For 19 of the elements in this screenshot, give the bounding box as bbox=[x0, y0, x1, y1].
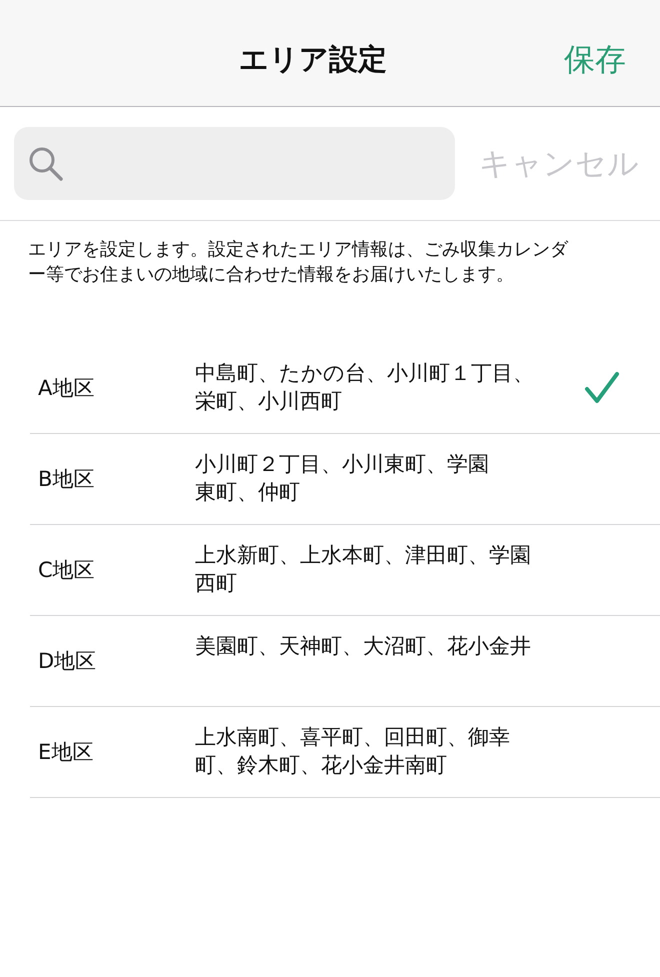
area-row[interactable]: E地区 上水南町、喜平町、回田町、御幸 町、鈴木町、花小金井南町 bbox=[30, 707, 660, 798]
search-icon bbox=[28, 146, 64, 182]
town-list: 上水新町、上水本町、津田町、学園 西町 bbox=[195, 525, 584, 597]
description-text: エリアを設定します。設定されたエリア情報は、ごみ収集カレンダ ー等でお住まいの地域に合わせた情報をお届けいたします。 bbox=[28, 238, 570, 287]
area-row[interactable]: B地区 小川町２丁目、小川東町、学園 東町、仲町 bbox=[30, 434, 660, 525]
area-row[interactable]: D地区 美園町、天神町、大沼町、花小金井 bbox=[30, 616, 660, 707]
search-field[interactable] bbox=[14, 127, 455, 200]
area-label: B地区 bbox=[37, 466, 96, 493]
town-list: 中島町、たかの台、小川町１丁目、 栄町、小川西町 bbox=[195, 343, 584, 415]
area-label: A地区 bbox=[37, 375, 96, 402]
town-list: 上水南町、喜平町、回田町、御幸 町、鈴木町、花小金井南町 bbox=[195, 707, 584, 779]
town-list: 小川町２丁目、小川東町、学園 東町、仲町 bbox=[195, 434, 584, 506]
town-list: 美園町、天神町、大沼町、花小金井 bbox=[195, 616, 584, 660]
area-label: D地区 bbox=[37, 648, 98, 675]
area-label: E地区 bbox=[37, 739, 94, 766]
area-label: C地区 bbox=[37, 557, 96, 584]
area-row[interactable]: A地区 中島町、たかの台、小川町１丁目、 栄町、小川西町 bbox=[30, 343, 660, 434]
area-row[interactable]: C地区 上水新町、上水本町、津田町、学園 西町 bbox=[30, 525, 660, 616]
screen-title: エリア設定 bbox=[239, 41, 387, 78]
